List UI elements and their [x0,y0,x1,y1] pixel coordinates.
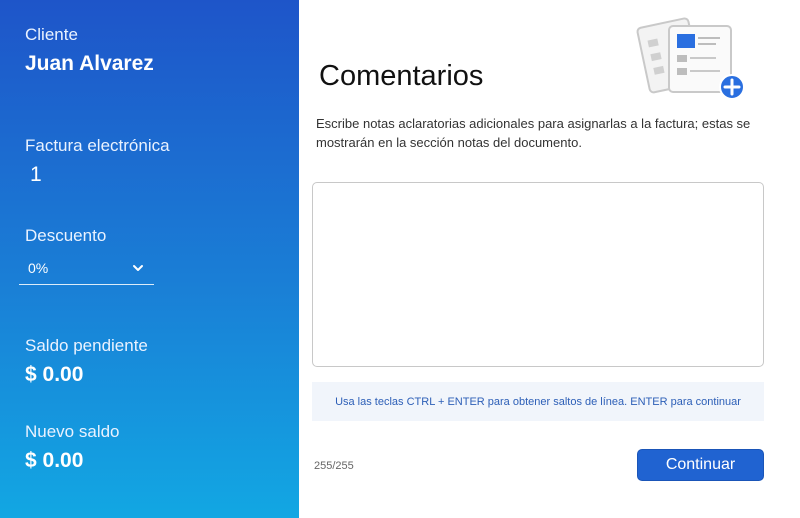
new-balance-value: $ 0.00 [25,449,84,472]
character-counter: 255/255 [314,460,354,472]
comments-panel: Comentarios Escribe notas aclaratorias a… [299,0,800,518]
sidebar-summary: Cliente Juan Alvarez Factura electrónica… [0,0,299,518]
invoice-number: 1 [30,163,42,186]
keyboard-hint: Usa las teclas CTRL + ENTER para obtener… [312,382,764,421]
discount-value: 0% [28,260,49,276]
invoice-label: Factura electrónica [25,136,170,155]
comments-textarea[interactable] [312,182,764,367]
page-title: Comentarios [319,60,484,92]
documents-add-icon [631,10,747,100]
client-label: Cliente [25,25,78,44]
new-balance-label: Nuevo saldo [25,422,120,441]
discount-select[interactable]: 0% [19,252,154,285]
pending-balance-value: $ 0.00 [25,363,84,386]
chevron-down-icon [131,261,145,275]
pending-balance-label: Saldo pendiente [25,336,148,355]
client-name: Juan Alvarez [25,52,154,75]
continue-button[interactable]: Continuar [637,449,764,481]
discount-label: Descuento [25,226,107,245]
comments-description: Escribe notas aclaratorias adicionales p… [316,116,751,150]
